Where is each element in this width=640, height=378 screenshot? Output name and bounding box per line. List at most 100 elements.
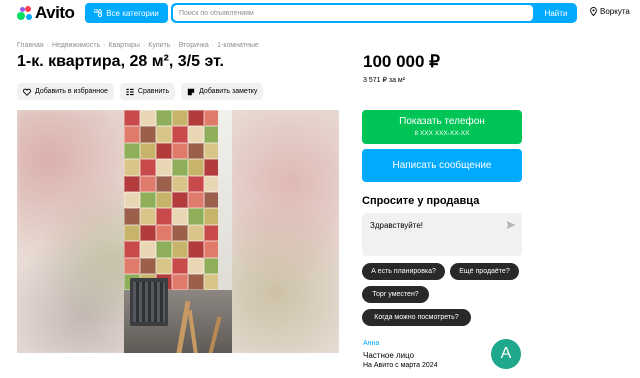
- add-to-favorites-button[interactable]: Добавить в избранное: [17, 83, 114, 100]
- ask-seller-title: Спросите у продавца: [362, 195, 480, 207]
- wall-tile: [140, 241, 156, 258]
- photo-radiator: [130, 278, 168, 326]
- wall-tile: [156, 208, 172, 225]
- wall-tile: [124, 257, 140, 274]
- ask-seller-input[interactable]: Здравствуйте!: [362, 213, 522, 256]
- wall-tile: [124, 241, 140, 258]
- header: Avito Все категории Найти Воркута: [0, 0, 640, 28]
- wall-tile: [124, 224, 140, 242]
- wall-tiles: [124, 110, 220, 291]
- seller-since: На Авито с марта 2024: [363, 362, 438, 369]
- wall-tile: [172, 241, 188, 258]
- breadcrumb-item[interactable]: 1-комнатные: [217, 42, 259, 49]
- wall-tile: [172, 159, 188, 176]
- photo-gallery[interactable]: [17, 110, 339, 353]
- wall-tile: [188, 175, 204, 192]
- wall-tile: [156, 142, 172, 160]
- wall-tile: [172, 224, 188, 242]
- wall-tile: [140, 110, 156, 127]
- logo-text: Avito: [35, 3, 75, 22]
- wall-tile: [156, 257, 172, 274]
- wall-tile: [124, 208, 140, 225]
- wall-tile: [124, 126, 140, 143]
- wall-tile: [140, 159, 156, 176]
- heart-icon: [23, 88, 31, 96]
- wall-tile: [140, 126, 156, 143]
- all-categories-button[interactable]: Все категории: [85, 3, 168, 23]
- wall-tile: [124, 159, 140, 176]
- search-input[interactable]: [173, 5, 533, 21]
- wall-tile: [140, 224, 156, 242]
- note-icon: [187, 88, 195, 95]
- wall-tile: [140, 175, 156, 192]
- wall-tile: [124, 191, 140, 209]
- price-per-m2: 3 571 ₽ за м²: [363, 77, 406, 84]
- wall-tile: [140, 191, 156, 209]
- wall-tile: [124, 110, 140, 127]
- listing-actions: Добавить в избранное Сравнить Добавить з…: [17, 83, 264, 100]
- compare-icon: [126, 88, 134, 95]
- quick-question-chip[interactable]: А есть планировка?: [362, 263, 445, 280]
- search-bar: Найти: [171, 3, 577, 23]
- price: 100 000 ₽: [363, 52, 440, 71]
- location-pin-icon: [590, 7, 597, 16]
- add-note-button[interactable]: Добавить заметку: [181, 83, 264, 100]
- note-label: Добавить заметку: [199, 88, 258, 95]
- wall-tile: [124, 175, 140, 192]
- compare-label: Сравнить: [137, 88, 170, 95]
- wall-tile: [156, 126, 172, 143]
- wall-tile: [188, 159, 204, 176]
- breadcrumb-separator: ·: [103, 42, 106, 49]
- wall-tile: [172, 126, 188, 143]
- wall-tile: [156, 175, 172, 192]
- wall-tile: [172, 110, 188, 127]
- quick-question-chip[interactable]: Ещё продаёте?: [450, 263, 519, 280]
- location-selector[interactable]: Воркута: [590, 7, 630, 16]
- breadcrumb-item[interactable]: Квартиры: [109, 42, 140, 49]
- quick-question-chip[interactable]: Когда можно посмотреть?: [362, 309, 471, 326]
- wall-tile: [140, 208, 156, 225]
- favorites-label: Добавить в избранное: [35, 88, 108, 95]
- location-label: Воркута: [600, 7, 630, 16]
- wall-tile: [172, 257, 188, 274]
- logo-dots-icon: [17, 5, 33, 21]
- wall-tile: [172, 273, 188, 291]
- wall-tile: [156, 159, 172, 176]
- breadcrumb-item[interactable]: Купить: [148, 42, 170, 49]
- breadcrumb-separator: ·: [142, 42, 146, 49]
- wall-tile: [172, 208, 188, 225]
- wall-tile: [188, 257, 204, 274]
- wall-tile: [188, 273, 204, 291]
- wall-tile: [156, 241, 172, 258]
- wall-tile: [124, 142, 140, 160]
- show-phone-button[interactable]: Показать телефон 8 XXX XXX-XX-XX: [362, 110, 522, 144]
- wall-tile: [172, 191, 188, 209]
- wall-tile: [140, 257, 156, 274]
- wall-tile: [172, 142, 188, 160]
- breadcrumb-separator: ·: [211, 42, 215, 49]
- listing-photo[interactable]: [124, 110, 232, 353]
- masked-phone: 8 XXX XXX-XX-XX: [414, 130, 470, 137]
- compare-button[interactable]: Сравнить: [119, 83, 176, 100]
- breadcrumb-separator: ·: [173, 42, 176, 49]
- wall-tile: [156, 224, 172, 242]
- show-phone-label: Показать телефон: [399, 116, 485, 127]
- wall-tile: [140, 142, 156, 160]
- send-icon[interactable]: [506, 220, 516, 230]
- ask-seller-text: Здравствуйте!: [370, 221, 424, 230]
- wall-tile: [188, 142, 204, 160]
- breadcrumb-item[interactable]: Вторичка: [179, 42, 209, 49]
- quick-question-chip[interactable]: Торг уместен?: [362, 286, 429, 303]
- avatar[interactable]: A: [491, 339, 521, 369]
- breadcrumb-item[interactable]: Недвижимость: [52, 42, 100, 49]
- wall-tile: [188, 126, 204, 143]
- avito-logo[interactable]: Avito: [17, 3, 75, 22]
- breadcrumb-item[interactable]: Главная: [17, 42, 44, 49]
- search-button[interactable]: Найти: [535, 3, 577, 23]
- seller-name[interactable]: Анна: [363, 340, 379, 347]
- breadcrumb-separator: ·: [46, 42, 49, 49]
- write-message-button[interactable]: Написать сообщение: [362, 149, 522, 182]
- categories-icon: [94, 9, 103, 17]
- wall-tile: [188, 191, 204, 209]
- wall-tile: [188, 110, 204, 127]
